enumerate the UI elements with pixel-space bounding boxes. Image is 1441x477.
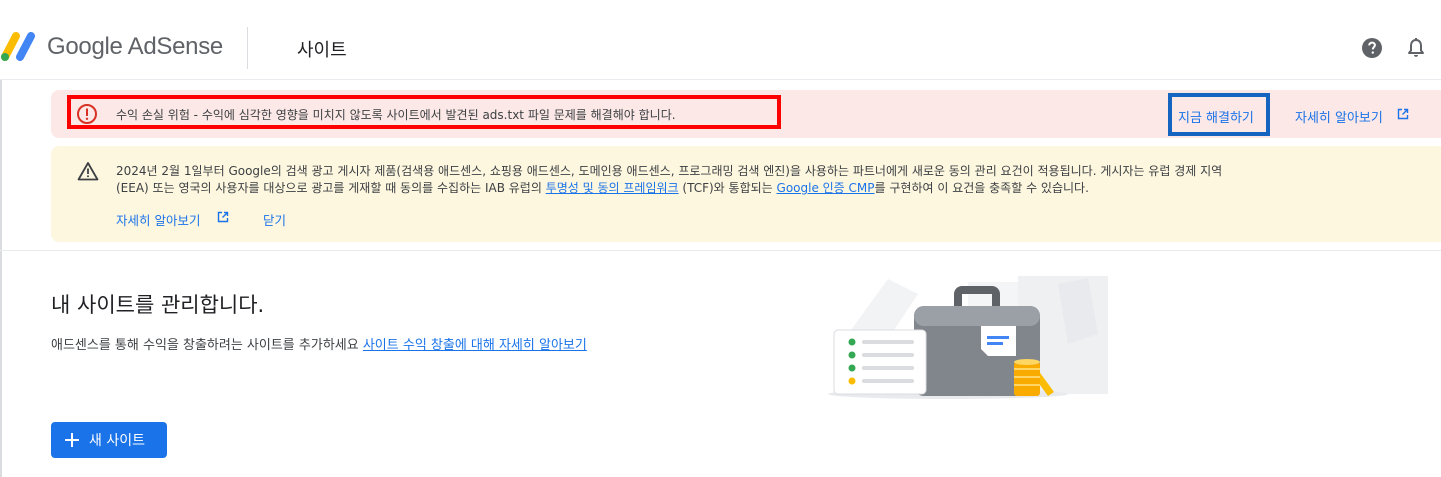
bell-icon[interactable] xyxy=(1406,37,1426,59)
new-site-label: 새 사이트 xyxy=(89,433,145,449)
notice-text-part: 를 구현하여 이 요건을 충족할 수 있습니다. xyxy=(874,181,1089,195)
monetize-learn-more-link[interactable]: 사이트 수익 창출에 대해 자세히 알아보기 xyxy=(363,338,587,353)
error-circle-icon xyxy=(77,104,97,124)
brand-name: Google AdSense xyxy=(47,33,223,60)
fix-now-link[interactable]: 지금 해결하기 xyxy=(1178,107,1254,126)
certified-cmp-link[interactable]: Google 인증 CMP xyxy=(777,181,875,195)
main-description: 애드센스를 통해 수익을 창출하려는 사이트를 추가하세요 사이트 수익 창출에… xyxy=(51,334,587,353)
left-border xyxy=(0,80,2,477)
risk-learn-more-link[interactable]: 자세히 알아보기 xyxy=(1295,107,1383,126)
notice-text-part: (TCF)와 통합되는 xyxy=(678,181,777,195)
tcf-link[interactable]: 투명성 및 동의 프레임워크 xyxy=(546,181,679,195)
section-divider xyxy=(0,250,1441,251)
warning-triangle-icon xyxy=(77,162,99,181)
notice-learn-more-link[interactable]: 자세히 알아보기 xyxy=(116,210,200,229)
adsense-logo-icon xyxy=(1,32,35,61)
notice-text-part: (EEA) 또는 영국의 사용자를 대상으로 광고를 게재할 때 동의를 수집하… xyxy=(116,181,546,195)
risk-message: 수익 손실 위험 - 수익에 심각한 영향을 미치지 않도록 사이트에서 발견된… xyxy=(116,108,676,122)
notice-close-link[interactable]: 닫기 xyxy=(263,210,286,229)
external-link-icon[interactable] xyxy=(1397,108,1409,120)
main-desc-text: 애드센스를 통해 수익을 창출하려는 사이트를 추가하세요 xyxy=(51,338,363,353)
main-heading: 내 사이트를 관리합니다. xyxy=(51,293,265,317)
notice-text-line2: (EEA) 또는 영국의 사용자를 대상으로 광고를 게재할 때 동의를 수집하… xyxy=(116,179,1089,196)
plus-icon xyxy=(65,433,79,447)
app-header: Google AdSense 사이트 xyxy=(0,0,1441,80)
help-icon[interactable] xyxy=(1361,37,1383,59)
external-link-icon[interactable] xyxy=(217,211,229,223)
header-divider xyxy=(247,27,248,69)
page-title: 사이트 xyxy=(297,40,347,61)
briefcase-illustration xyxy=(828,276,1108,399)
notice-text-line1: 2024년 2월 1일부터 Google의 검색 광고 게시자 제품(검색용 애… xyxy=(116,164,1223,178)
new-site-button[interactable]: 새 사이트 xyxy=(51,422,167,458)
